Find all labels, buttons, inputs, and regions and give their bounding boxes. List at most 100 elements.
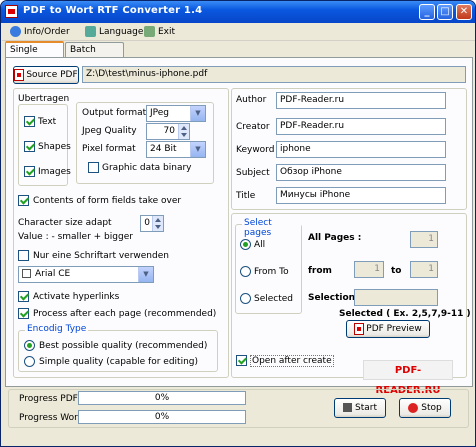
images-checkbox[interactable] xyxy=(24,166,35,177)
language-icon xyxy=(85,26,96,37)
disk-icon xyxy=(343,403,352,412)
info-icon xyxy=(10,26,21,37)
hyperlinks-checkbox[interactable] xyxy=(18,291,29,302)
source-pdf-button[interactable]: Source PDF xyxy=(13,66,79,84)
pixel-format-select[interactable]: 24 Bit ▼ xyxy=(146,141,206,158)
jpeg-quality-value: 70 xyxy=(163,126,175,136)
minimize-button[interactable]: _ xyxy=(419,4,435,20)
menu-info-label: Info/Order xyxy=(24,27,70,37)
title-bar: PDF to Wort RTF Converter 1.4 _ □ ✕ xyxy=(1,1,475,23)
encoding-title: Encodig Type xyxy=(25,324,89,334)
source-path-field[interactable]: Z:\D\test\minus-iphone.pdf xyxy=(82,66,466,83)
images-label: Images xyxy=(38,167,71,177)
to-label: to xyxy=(391,266,402,276)
jpeg-quality-label: Jpeg Quality xyxy=(82,126,137,136)
all-pages-field: 1 xyxy=(410,231,438,248)
chevron-down-icon: ▼ xyxy=(190,142,205,157)
graphic-binary-label: Graphic data binary xyxy=(102,163,192,173)
menu-language[interactable]: Language xyxy=(85,26,143,39)
jpeg-quality-spinner[interactable]: 70 xyxy=(146,123,190,140)
simple-quality-radio[interactable] xyxy=(24,356,35,367)
author-field[interactable]: PDF-Reader.ru xyxy=(276,92,446,109)
nur-schrift-label: Nur eine Schriftart verwenden xyxy=(33,251,169,261)
window-title: PDF to Wort RTF Converter 1.4 xyxy=(23,5,203,16)
menu-exit[interactable]: Exit xyxy=(144,26,175,39)
tab-batch-process[interactable]: Batch process xyxy=(65,42,124,65)
from-field[interactable]: 1 xyxy=(354,261,384,278)
stop-label: Stop xyxy=(421,403,442,413)
menu-exit-label: Exit xyxy=(158,27,176,37)
to-field[interactable]: 1 xyxy=(410,261,438,278)
close-button[interactable]: ✕ xyxy=(456,4,472,20)
app-icon xyxy=(5,5,18,18)
best-quality-radio[interactable] xyxy=(24,340,35,351)
spinner-arrows-icon[interactable] xyxy=(178,124,189,139)
from-label: from xyxy=(308,266,332,276)
output-format-value: JPeg xyxy=(150,108,170,118)
font-select[interactable]: Arial CE ▼ xyxy=(18,266,154,283)
contents-form-label: Contents of form fields take over xyxy=(33,196,182,206)
open-after-create-label: Open after create xyxy=(250,355,334,367)
title-field[interactable]: Минусы iPhone xyxy=(276,187,446,204)
pixel-format-value: 24 Bit xyxy=(150,144,177,154)
chevron-down-icon: ▼ xyxy=(138,267,153,282)
selected-radio[interactable] xyxy=(240,293,251,304)
ubertragen-title: Ubertragen xyxy=(18,94,70,104)
all-pages-label: All Pages : xyxy=(308,233,362,243)
font-icon xyxy=(22,269,31,278)
selected-hint: Selected ( Ex. 2,5,7,9-11 ) xyxy=(339,309,471,319)
keyword-label: Keyword xyxy=(236,145,275,155)
progress-pdf-bar: 0% xyxy=(78,391,246,405)
from-to-radio[interactable] xyxy=(240,266,251,277)
spinner-arrows-icon[interactable] xyxy=(152,216,163,231)
pdf-icon xyxy=(14,68,25,81)
text-checkbox[interactable] xyxy=(24,116,35,127)
open-after-create-checkbox[interactable] xyxy=(236,355,247,366)
pixel-format-label: Pixel format xyxy=(82,144,136,154)
best-quality-label: Best possible quality (recommended) xyxy=(39,341,208,351)
stop-icon xyxy=(408,402,419,413)
hyperlinks-label: Activate hyperlinks xyxy=(33,292,120,302)
subject-label: Subject xyxy=(236,168,270,178)
pdf-reader-logo: PDF-READER.RU xyxy=(363,360,453,396)
menu-bar: Info/Order Language Exit xyxy=(2,23,475,41)
start-button[interactable]: Start xyxy=(334,398,386,418)
nur-schrift-checkbox[interactable] xyxy=(18,250,29,261)
title-label: Title xyxy=(236,191,256,201)
font-value: Arial CE xyxy=(35,269,71,279)
text-label: Text xyxy=(38,117,57,127)
maximize-button[interactable]: □ xyxy=(437,4,453,20)
tab-single-process[interactable]: Single process xyxy=(5,41,64,65)
graphic-binary-checkbox[interactable] xyxy=(88,162,99,173)
progress-word-label: Progress Word xyxy=(19,413,84,423)
creator-field[interactable]: PDF-Reader.ru xyxy=(276,118,446,135)
contents-form-checkbox[interactable] xyxy=(18,195,29,206)
shapes-checkbox[interactable] xyxy=(24,141,35,152)
output-format-label: Output format xyxy=(82,108,147,118)
stop-button[interactable]: Stop xyxy=(399,398,451,418)
creator-label: Creator xyxy=(236,122,270,132)
progress-pdf-label: Progress PDF xyxy=(19,394,78,404)
char-size-value: 0 xyxy=(144,218,150,228)
chevron-down-icon: ▼ xyxy=(190,106,205,121)
pdf-preview-label: PDF Preview xyxy=(366,324,422,334)
all-pages-radio[interactable] xyxy=(240,239,251,250)
keyword-field[interactable]: iphone xyxy=(276,141,446,158)
output-format-select[interactable]: JPeg ▼ xyxy=(146,105,206,122)
menu-info[interactable]: Info/Order xyxy=(10,26,70,39)
shapes-label: Shapes xyxy=(38,142,71,152)
char-size-spinner[interactable]: 0 xyxy=(140,215,164,232)
pdf-preview-button[interactable]: PDF Preview xyxy=(346,320,430,338)
selection-field[interactable] xyxy=(354,289,438,306)
start-label: Start xyxy=(355,403,377,413)
selection-label: Selection xyxy=(308,293,356,303)
all-pages-radio-label: All xyxy=(254,240,266,250)
progress-word-bar: 0% xyxy=(78,410,246,424)
select-pages-title: Select pages xyxy=(242,218,301,238)
source-pdf-label: Source PDF xyxy=(26,70,78,80)
single-process-panel: Source PDF Z:\D\test\minus-iphone.pdf Ub… xyxy=(5,57,473,387)
subject-field[interactable]: Обзор iPhone xyxy=(276,164,446,181)
exit-icon xyxy=(144,26,155,37)
process-after-checkbox[interactable] xyxy=(18,308,29,319)
process-after-label: Process after each page (recommended) xyxy=(33,309,217,319)
